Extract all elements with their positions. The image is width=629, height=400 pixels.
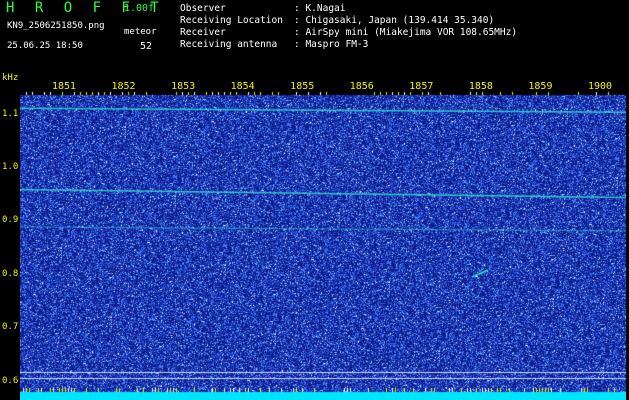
time-tick-label: 1857 [409,81,434,92]
time-tick-label: 1855 [290,81,315,92]
frequency-tick-label: 0.9 [2,215,19,226]
meteor-count: 52 [140,41,153,52]
time-axis: 1851 1852 1853 1854 1855 1856 1857 1858 1859 1900 [20,79,626,95]
time-tick-label: 1851 [51,81,77,92]
time-tick-label: 1854 [230,81,255,92]
info-value: : AirSpy mini (Miakejima VOR 108.65MHz) [294,27,518,38]
info-value: : Chigasaki, Japan (139.414 35.340) [294,15,495,26]
info-key: Receiver [180,27,226,38]
frequency-tick-label: 1.0 [2,162,19,173]
info-key: Receiving antenna [180,39,278,50]
time-tick-label: 1858 [468,81,493,92]
frequency-tick-label: 1.1 [2,108,19,119]
time-tick-label: 1853 [171,81,196,92]
info-location: Receiving Location : Chigasaki, Japan (13… [180,15,494,26]
time-tick-label: 1856 [349,81,374,92]
file-name: KN9_2506251850.png [7,21,105,31]
frequency-tick-label: 0.6 [2,375,19,386]
y-axis-unit: kHz [2,73,19,83]
time-tick-label: 1900 [587,81,613,92]
spectrogram-canvas [20,79,626,400]
app-version: 1.00f [124,3,155,14]
frequency-tick-label: 0.8 [2,268,19,279]
time-tick-label: 1859 [528,81,553,92]
spectrogram-plot [20,79,626,400]
info-receiver: Receiver : AirSpy mini (Miakejima VOR 108… [180,27,517,38]
frequency-tick-label: 0.7 [2,322,19,333]
info-value: : K.Nagai [294,3,346,14]
info-key: Receiving Location [180,15,283,26]
info-antenna: Receiving antenna : Maspro FM-3 [180,39,368,50]
info-key: Observer [180,3,226,14]
info-observer: Observer : K.Nagai [180,3,345,14]
info-value: : Maspro FM-3 [294,39,369,50]
time-tick-label: 1852 [111,81,136,92]
hrofft-spectrogram-window: H R O F F T 1.00f KN9_2506251850.png 25.… [0,0,629,400]
capture-datetime: 25.06.25 18:50 [7,41,83,51]
meteor-label: meteor [124,27,157,37]
